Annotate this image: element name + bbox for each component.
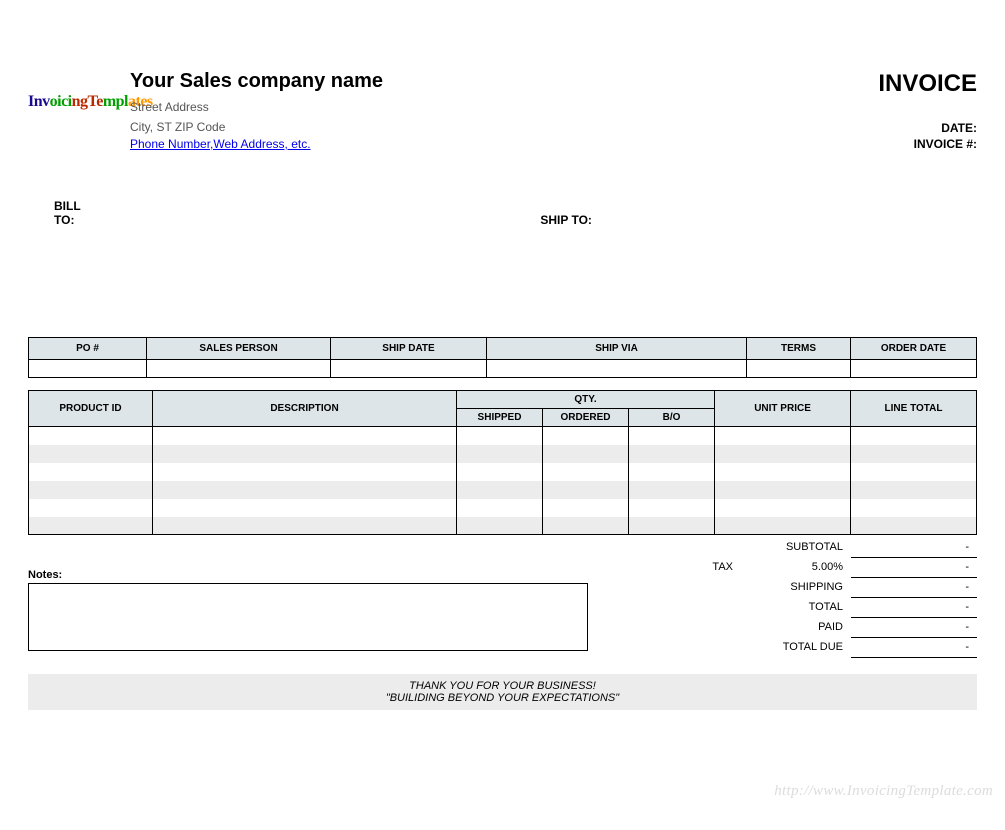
company-contact-link[interactable]: Phone Number,Web Address, etc. [130,137,311,151]
totals-value: - [851,617,977,637]
col-orderdate: ORDER DATE [851,338,977,360]
item-unit_price[interactable] [715,481,851,499]
col-ordered: ORDERED [543,409,629,427]
item-description[interactable] [153,463,457,481]
item-unit_price[interactable] [715,463,851,481]
item-bo[interactable] [629,427,715,445]
item-shipped[interactable] [457,517,543,535]
items-table: PRODUCT ID DESCRIPTION QTY. UNIT PRICE L… [28,390,977,535]
ship-to-label: SHIP TO: [540,213,592,227]
col-terms: TERMS [747,338,851,360]
totals-label: SUBTOTAL [741,537,851,557]
totals-prefix [621,597,741,617]
totals-label: SHIPPING [741,577,851,597]
totals-label: PAID [741,617,851,637]
item-description[interactable] [153,499,457,517]
logo: InvoicingTemplates [28,70,130,153]
company-street: Street Address [130,99,677,115]
item-shipped[interactable] [457,445,543,463]
col-salesperson: SALES PERSON [147,338,331,360]
item-bo[interactable] [629,445,715,463]
item-product_id[interactable] [29,445,153,463]
col-line-total: LINE TOTAL [851,391,977,427]
footer-bar: THANK YOU FOR YOUR BUSINESS! "BUILIDING … [28,674,977,710]
item-shipped[interactable] [457,499,543,517]
item-shipped[interactable] [457,427,543,445]
val-orderdate[interactable] [851,360,977,378]
item-line_total[interactable] [851,517,977,535]
totals-prefix [621,637,741,657]
item-ordered[interactable] [543,427,629,445]
item-line_total[interactable] [851,427,977,445]
col-shipvia: SHIP VIA [487,338,747,360]
val-terms[interactable] [747,360,851,378]
item-description[interactable] [153,427,457,445]
watermark: http://www.InvoicingTemplate.com [774,783,993,800]
item-description[interactable] [153,517,457,535]
item-ordered[interactable] [543,463,629,481]
col-qty: QTY. [457,391,715,409]
item-product_id[interactable] [29,427,153,445]
item-line_total[interactable] [851,463,977,481]
item-description[interactable] [153,445,457,463]
item-shipped[interactable] [457,463,543,481]
footer-line1: THANK YOU FOR YOUR BUSINESS! [28,680,977,692]
totals-table: SUBTOTAL-TAX5.00%-SHIPPING-TOTAL-PAID-TO… [621,537,977,658]
item-unit_price[interactable] [715,445,851,463]
item-product_id[interactable] [29,463,153,481]
val-salesperson[interactable] [147,360,331,378]
totals-value: - [851,537,977,557]
totals-label: TOTAL DUE [741,637,851,657]
totals-prefix [621,577,741,597]
item-ordered[interactable] [543,499,629,517]
item-product_id[interactable] [29,499,153,517]
col-description: DESCRIPTION [153,391,457,427]
date-label: DATE: [677,120,977,136]
footer-line2: "BUILIDING BEYOND YOUR EXPECTATIONS" [28,692,977,704]
val-shipdate[interactable] [331,360,487,378]
col-shipdate: SHIP DATE [331,338,487,360]
item-line_total[interactable] [851,499,977,517]
notes-label: Notes: [28,569,611,581]
col-shipped: SHIPPED [457,409,543,427]
company-name: Your Sales company name [130,70,677,93]
totals-value: - [851,557,977,577]
totals-prefix: TAX [621,557,741,577]
item-ordered[interactable] [543,517,629,535]
item-product_id[interactable] [29,481,153,499]
item-unit_price[interactable] [715,427,851,445]
notes-box[interactable] [28,583,588,651]
col-po: PO # [29,338,147,360]
totals-prefix [621,537,741,557]
col-bo: B/O [629,409,715,427]
item-bo[interactable] [629,499,715,517]
totals-value: - [851,577,977,597]
item-unit_price[interactable] [715,517,851,535]
company-cityline: City, ST ZIP Code [130,119,677,135]
col-product-id: PRODUCT ID [29,391,153,427]
item-product_id[interactable] [29,517,153,535]
col-unit-price: UNIT PRICE [715,391,851,427]
item-ordered[interactable] [543,445,629,463]
invoice-title: INVOICE [677,70,977,98]
totals-value: - [851,637,977,657]
item-description[interactable] [153,481,457,499]
totals-value: - [851,597,977,617]
order-header-table: PO # SALES PERSON SHIP DATE SHIP VIA TER… [28,337,977,378]
item-bo[interactable] [629,463,715,481]
val-po[interactable] [29,360,147,378]
val-shipvia[interactable] [487,360,747,378]
bill-to-label: BILL TO: [28,199,85,227]
item-bo[interactable] [629,517,715,535]
invoice-number-label: INVOICE #: [677,136,977,152]
totals-label: TOTAL [741,597,851,617]
item-unit_price[interactable] [715,499,851,517]
item-line_total[interactable] [851,481,977,499]
item-line_total[interactable] [851,445,977,463]
item-ordered[interactable] [543,481,629,499]
totals-label: 5.00% [741,557,851,577]
item-bo[interactable] [629,481,715,499]
totals-prefix [621,617,741,637]
item-shipped[interactable] [457,481,543,499]
